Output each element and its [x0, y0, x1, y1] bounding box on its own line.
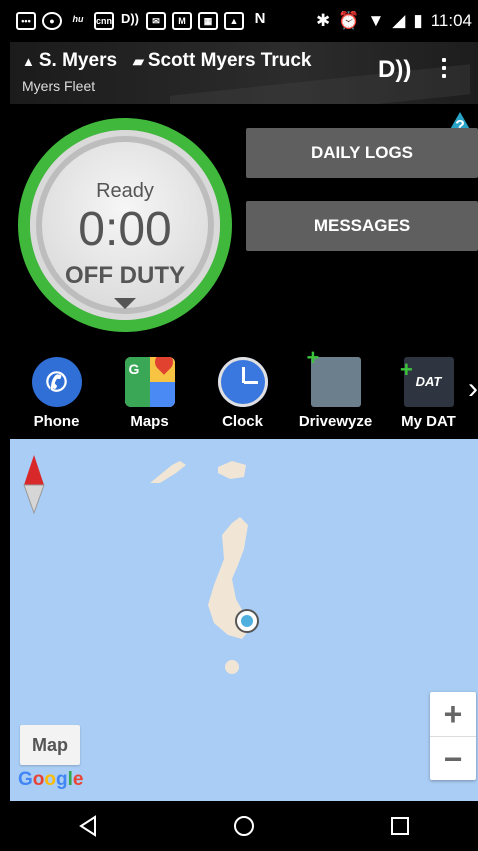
wifi-icon: ▼ — [367, 11, 385, 30]
phone-frame: ••• ● hu cnn D)) ✉ M ▦ ▲ N ✱ ⏰ ▼ ◢ ▮ 11:… — [0, 0, 478, 851]
google-logo: Google — [18, 769, 84, 790]
island — [150, 461, 186, 483]
island — [225, 660, 239, 674]
driver-name: S. Myers — [38, 50, 118, 71]
dat-icon-text: DAT — [415, 374, 442, 389]
map-type-button[interactable]: Map — [20, 725, 80, 765]
notification-icons: ••• ● hu cnn D)) ✉ M ▦ ▲ N — [10, 10, 270, 30]
messages-button[interactable]: MESSAGES — [246, 201, 478, 251]
bbm-icon: ••• — [16, 12, 36, 30]
battery-icon: ▮ — [413, 11, 423, 30]
chrome-icon: ● — [42, 12, 62, 30]
navigation-bar — [10, 801, 478, 851]
person-icon: ▲ — [22, 53, 35, 69]
recents-icon[interactable] — [370, 806, 430, 846]
app-shortcuts: Phone G Maps Clock + Drivewyze +DAT My D… — [10, 345, 478, 439]
map-view[interactable]: + − Map Google — [10, 439, 478, 801]
dat-icon: + DAT — [400, 357, 454, 407]
dashboard: Ready 0:00 OFF DUTY ? DAILY LOGS MESSAGE… — [10, 104, 478, 349]
app-my-dat[interactable]: + DAT My DAT — [382, 349, 475, 439]
drivewyze-status-icon[interactable]: D)) — [378, 56, 411, 84]
signal-icon: ◢ — [392, 11, 406, 30]
maps-icon: G — [124, 357, 175, 407]
bluetooth-icon: ✱ — [316, 11, 331, 30]
app-header: ▲ S. Myers ▰ Scott Myers Truck Myers Fle… — [10, 42, 478, 104]
daily-logs-button[interactable]: DAILY LOGS — [246, 128, 478, 178]
duty-time: 0:00 — [78, 203, 172, 256]
zoom-in-button[interactable]: + — [430, 692, 476, 737]
back-icon[interactable] — [58, 806, 118, 846]
truck-icon: ▰ — [133, 52, 144, 69]
gmail-icon: M — [172, 12, 192, 30]
driver-truck-row[interactable]: ▲ S. Myers ▰ Scott Myers Truck — [22, 50, 311, 72]
clock-icon — [217, 357, 268, 407]
app-phone[interactable]: Phone — [10, 349, 103, 439]
clock-time: 11:04 — [430, 11, 472, 30]
gallery-icon: ▲ — [224, 12, 244, 30]
n-icon: N — [254, 10, 266, 27]
duty-status: OFF DUTY — [65, 262, 185, 289]
app-label: My DAT — [401, 413, 456, 430]
app-label: Drivewyze — [298, 413, 373, 430]
screen: ••• ● hu cnn D)) ✉ M ▦ ▲ N ✱ ⏰ ▼ ◢ ▮ 11:… — [10, 0, 478, 851]
phone-icon — [31, 357, 82, 407]
dial-bezel: Ready 0:00 OFF DUTY — [30, 130, 220, 320]
zoom-controls: + − — [430, 692, 476, 780]
app-label: Clock — [222, 413, 263, 430]
app-clock[interactable]: Clock — [196, 349, 289, 439]
chevron-down-icon[interactable] — [114, 298, 136, 309]
home-icon[interactable] — [214, 806, 274, 846]
status-label: Ready — [96, 180, 154, 202]
app-label: Phone — [33, 413, 80, 430]
status-bar: ••• ● hu cnn D)) ✉ M ▦ ▲ N ✱ ⏰ ▼ ◢ ▮ 11:… — [10, 0, 478, 42]
app-maps[interactable]: G Maps — [103, 349, 196, 439]
drivewyze-icon: + — [307, 345, 361, 407]
bbm-message-icon: ✉ — [146, 12, 166, 30]
app-label: Maps — [130, 413, 169, 430]
alarm-icon: ⏰ — [338, 11, 360, 30]
system-icons: ✱ ⏰ ▼ ◢ ▮ 11:04 — [316, 11, 478, 31]
calendar-icon: ▦ — [198, 12, 218, 30]
fleet-name: Myers Fleet — [22, 78, 96, 94]
compass-icon[interactable] — [22, 453, 46, 515]
chevron-right-icon[interactable]: › — [468, 372, 478, 406]
zoom-out-button[interactable]: − — [430, 737, 476, 781]
hulu-icon: hu — [72, 14, 84, 24]
dial-face: Ready 0:00 OFF DUTY — [42, 142, 208, 309]
island — [218, 461, 246, 479]
location-marker-icon — [235, 609, 259, 633]
truck-name: Scott Myers Truck — [147, 50, 312, 71]
overflow-menu-icon[interactable] — [442, 58, 446, 82]
duty-status-dial[interactable]: Ready 0:00 OFF DUTY — [18, 118, 232, 332]
cnn-icon: cnn — [94, 12, 114, 30]
app-drivewyze[interactable]: + Drivewyze — [289, 345, 382, 439]
drivewyze-icon: D)) — [120, 11, 140, 26]
